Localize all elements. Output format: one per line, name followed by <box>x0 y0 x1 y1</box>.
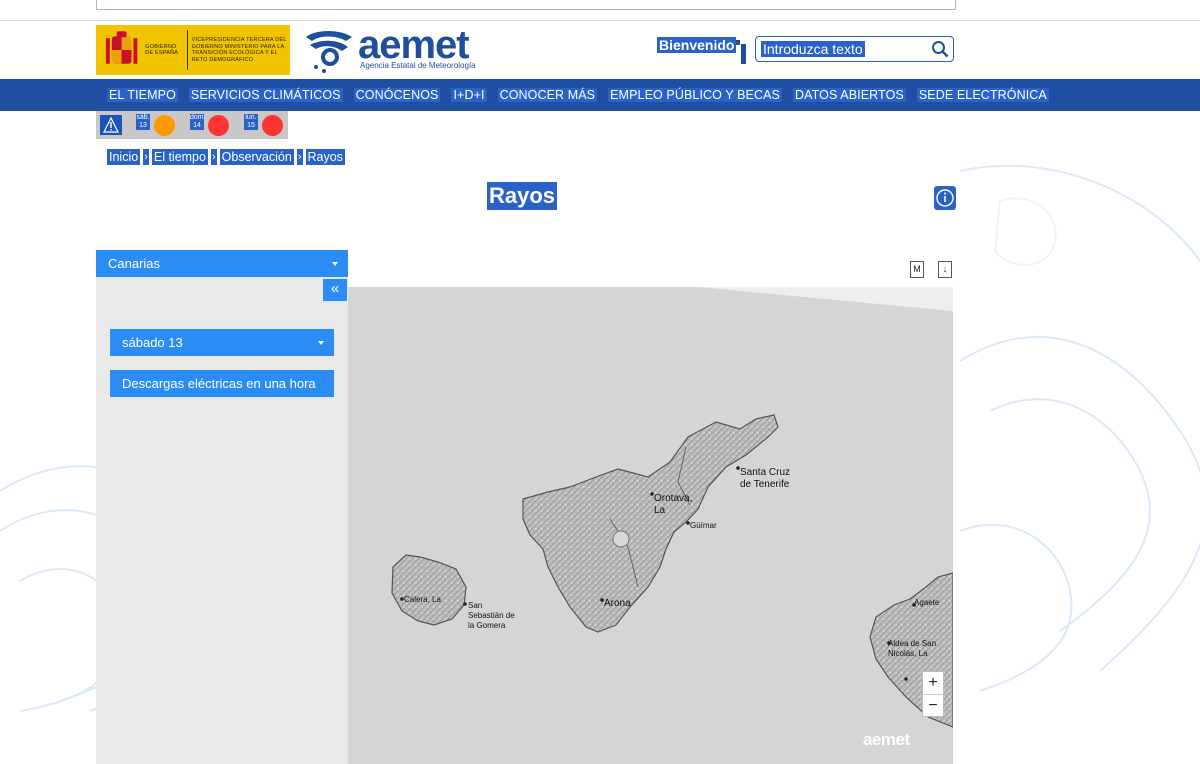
breadcrumb-observacion[interactable]: Observación <box>219 149 294 165</box>
map-canvas <box>391 287 953 728</box>
warnings-bar: sáb. 13 dom. 14 lun. 15 <box>96 111 288 139</box>
breadcrumb-inicio[interactable]: Inicio <box>107 149 141 165</box>
warning-level-sat[interactable] <box>154 115 175 136</box>
chevron-right-icon: › <box>296 149 303 165</box>
warning-button[interactable] <box>100 115 122 135</box>
government-logo-text: GOBIERNO DE ESPAÑA <box>145 43 179 57</box>
aemet-subtitle: Agencia Estatal de Meteorología <box>360 61 476 70</box>
warning-level-mon[interactable] <box>262 115 283 136</box>
nav-item-datos-abiertos[interactable]: DATOS ABIERTOS <box>792 88 906 102</box>
map-label-san-sebastian: San Sebastián de la Gomera <box>468 601 515 630</box>
ministry-text: VICEPRESIDENCIA TERCERA DEL GOBIERNO MIN… <box>191 37 287 63</box>
nav-item-conocenos[interactable]: CONÓCENOS <box>353 88 441 102</box>
map-label-orotava: Orotava, La <box>654 493 693 516</box>
breadcrumb-rayos: Rayos <box>305 149 345 165</box>
chevron-down-icon <box>318 341 324 345</box>
warning-icon <box>103 116 119 133</box>
lightning-map[interactable]: Santa Cruz de Tenerife Orotava, La Güíma… <box>348 287 953 764</box>
zoom-out-button[interactable]: − <box>923 695 943 717</box>
search-box[interactable]: Introduzca texto <box>755 36 954 62</box>
warning-level-sun[interactable] <box>208 115 229 136</box>
region-select-value: Canarias <box>108 256 161 271</box>
breadcrumb-el-tiempo[interactable]: El tiempo <box>151 149 208 165</box>
map-label-agaete: Agaete <box>914 598 940 607</box>
map-label-arona: Arona <box>604 598 631 609</box>
zoom-in-button[interactable]: + <box>923 672 943 695</box>
nav-item-conocer-mas[interactable]: CONOCER MÁS <box>497 88 598 102</box>
nav-item-empleo[interactable]: EMPLEO PÚBLICO Y BECAS <box>608 88 782 102</box>
government-logo[interactable]: GOBIERNO DE ESPAÑA VICEPRESIDENCIA TERCE… <box>96 25 290 75</box>
collapse-sidebar-button[interactable]: « <box>323 279 347 301</box>
nav-item-el-tiempo[interactable]: EL TIEMPO <box>107 88 178 102</box>
coat-of-arms-icon <box>105 31 138 64</box>
logo-separator <box>186 30 188 70</box>
aemet-logo[interactable]: aemet Agencia Estatal de Meteorología <box>302 23 492 75</box>
chevron-right-icon: › <box>210 149 217 165</box>
day-select-value: sábado 13 <box>122 335 183 350</box>
aemet-swirl-icon <box>306 31 352 73</box>
nav-item-sede-electronica[interactable]: SEDE ELECTRÓNICA <box>916 88 1049 102</box>
tenerife-island <box>522 414 779 633</box>
metadata-button[interactable]: M <box>910 261 924 278</box>
region-select[interactable]: Canarias <box>96 250 348 277</box>
nav-item-servicios-climaticos[interactable]: SERVICIOS CLIMÁTICOS <box>188 88 343 102</box>
site-header: GOBIERNO DE ESPAÑA VICEPRESIDENCIA TERCE… <box>0 21 1200 79</box>
chevron-down-icon <box>332 262 338 266</box>
map-label-santa-cruz: Santa Cruz de Tenerife <box>740 467 791 490</box>
search-input[interactable]: Introduzca texto <box>761 41 865 57</box>
main-navigation: EL TIEMPO SERVICIOS CLIMÁTICOS CONÓCENOS… <box>0 79 1200 111</box>
welcome-text: Bienvenido <box>657 37 737 53</box>
zoom-control: + − <box>922 671 944 717</box>
page-title: Rayos <box>487 182 558 210</box>
top-strip <box>96 0 956 10</box>
info-button[interactable] <box>934 186 956 210</box>
warning-day-mon[interactable]: lun. 15 <box>244 114 258 130</box>
sidebar: Canarias « sábado 13 Descargas eléctrica… <box>96 250 348 764</box>
info-icon <box>936 189 954 207</box>
search-icon[interactable] <box>931 40 949 58</box>
download-button[interactable]: ↓ <box>938 261 952 278</box>
nav-item-idi[interactable]: I+D+I <box>451 88 487 102</box>
map-label-calera: Calera, La <box>404 595 441 604</box>
map-label-aldea: Aldea de San Nicolás, La <box>888 639 937 658</box>
warning-day-sat[interactable]: sáb. 13 <box>136 114 150 130</box>
chevron-right-icon: › <box>143 149 149 165</box>
la-gomera-island <box>391 554 467 626</box>
map-watermark-logo: aemet <box>863 730 910 749</box>
product-button[interactable]: Descargas eléctricas en una hora <box>110 370 334 397</box>
breadcrumb: Inicio › El tiempo › Observación › Rayos <box>107 149 345 165</box>
map-label-guimar: Güímar <box>690 521 717 530</box>
warning-day-sun[interactable]: dom. 14 <box>190 114 206 130</box>
user-icon[interactable] <box>734 38 752 64</box>
day-select[interactable]: sábado 13 <box>110 329 334 356</box>
